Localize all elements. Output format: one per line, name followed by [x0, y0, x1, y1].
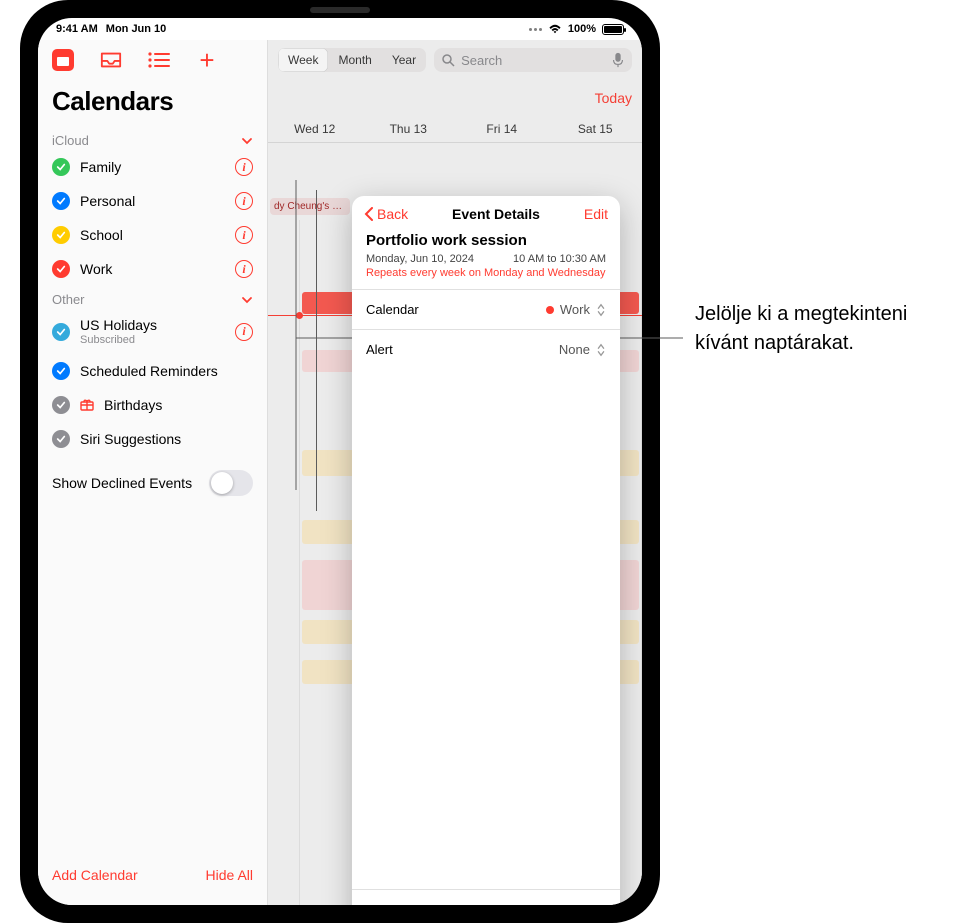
- sidebar-footer: Add Calendar Hide All: [38, 851, 267, 905]
- calendar-label: Work: [80, 261, 225, 277]
- allday-event-chip[interactable]: dy Cheung's Bi…: [270, 198, 350, 215]
- info-button[interactable]: i: [235, 260, 253, 278]
- show-declined-toggle-row: Show Declined Events: [38, 456, 267, 510]
- sidebar: + Calendars iCloud Family i Personal i: [38, 40, 268, 905]
- calendar-label: Personal: [80, 193, 225, 209]
- calendar-item-scheduled-reminders[interactable]: Scheduled Reminders: [38, 354, 267, 388]
- event-title: Portfolio work session: [366, 232, 606, 249]
- calendar-label: Scheduled Reminders: [80, 363, 253, 379]
- row-label: Calendar: [366, 302, 419, 317]
- back-button[interactable]: Back: [364, 206, 408, 222]
- chevron-left-icon: [364, 207, 374, 221]
- edit-button[interactable]: Edit: [584, 206, 608, 222]
- day-headers: Wed 12 Thu 13 Fri 14 Sat 15: [268, 116, 642, 143]
- calendar-item-personal[interactable]: Personal i: [38, 184, 267, 218]
- menu-dots-icon: [529, 28, 542, 31]
- alert-picker-row[interactable]: Alert None: [352, 329, 620, 369]
- calendar-item-siri-suggestions[interactable]: Siri Suggestions: [38, 422, 267, 456]
- info-button[interactable]: i: [235, 226, 253, 244]
- view-segment[interactable]: Week Month Year: [278, 48, 426, 72]
- event-date: Monday, Jun 10, 2024: [366, 253, 474, 265]
- calendar-label: US Holidays Subscribed: [80, 317, 225, 346]
- ipad-frame: 9:41 AM Mon Jun 10 100%: [20, 0, 660, 923]
- status-bar: 9:41 AM Mon Jun 10 100%: [38, 18, 642, 40]
- checkmark-icon: [52, 226, 70, 244]
- wifi-icon: [548, 24, 562, 34]
- color-dot-icon: [546, 306, 554, 314]
- home-indicator: [260, 911, 420, 915]
- calendar-item-school[interactable]: School i: [38, 218, 267, 252]
- day-header[interactable]: Fri 14: [455, 122, 549, 136]
- event-details-popover: Back Event Details Edit Portfolio work s…: [352, 196, 620, 905]
- checkmark-icon: [52, 260, 70, 278]
- checkmark-icon: [52, 192, 70, 210]
- search-icon: [442, 54, 455, 67]
- battery-percent: 100%: [568, 23, 596, 35]
- search-placeholder: Search: [461, 53, 502, 68]
- calendar-label: Family: [80, 159, 225, 175]
- add-calendar-button[interactable]: Add Calendar: [52, 867, 138, 883]
- calendar-label-text: US Holidays: [80, 317, 225, 333]
- calendar-icon[interactable]: [52, 49, 74, 71]
- row-label: Alert: [366, 342, 393, 357]
- calendar-item-family[interactable]: Family i: [38, 150, 267, 184]
- segment-month[interactable]: Month: [328, 48, 381, 72]
- updown-icon: [596, 303, 606, 317]
- day-header[interactable]: Thu 13: [362, 122, 456, 136]
- search-field[interactable]: Search: [434, 48, 632, 72]
- event-time: 10 AM to 10:30 AM: [513, 253, 606, 265]
- sidebar-title: Calendars: [38, 80, 267, 127]
- screen: 9:41 AM Mon Jun 10 100%: [38, 18, 642, 905]
- checkmark-icon: [52, 396, 70, 414]
- add-event-button[interactable]: +: [196, 49, 218, 71]
- sidebar-toolbar: +: [38, 40, 267, 80]
- status-date: Mon Jun 10: [106, 23, 167, 35]
- day-header[interactable]: Wed 12: [268, 122, 362, 136]
- chevron-down-icon: [241, 294, 253, 306]
- status-time: 9:41 AM: [56, 23, 98, 35]
- section-header-icloud[interactable]: iCloud: [38, 127, 267, 150]
- popover-title: Event Details: [452, 206, 540, 222]
- callout-text: Jelölje ki a megtekinteni kívánt naptára…: [695, 300, 940, 358]
- battery-icon: [602, 24, 624, 35]
- show-declined-switch[interactable]: [209, 470, 253, 496]
- section-header-other[interactable]: Other: [38, 286, 267, 309]
- info-button[interactable]: i: [235, 323, 253, 341]
- info-button[interactable]: i: [235, 158, 253, 176]
- section-label: Other: [52, 292, 85, 307]
- checkmark-icon: [52, 323, 70, 341]
- gift-icon: [80, 397, 94, 414]
- calendar-main: Week Month Year Search Today Wed 12 Thu …: [268, 40, 642, 905]
- info-button[interactable]: i: [235, 192, 253, 210]
- checkmark-icon: [52, 430, 70, 448]
- row-value: None: [559, 342, 590, 357]
- list-icon[interactable]: [148, 49, 170, 71]
- day-header[interactable]: Sat 15: [549, 122, 643, 136]
- calendar-picker-row[interactable]: Calendar Work: [352, 289, 620, 329]
- segment-week[interactable]: Week: [278, 48, 328, 72]
- calendar-label: Siri Suggestions: [80, 431, 253, 447]
- inbox-icon[interactable]: [100, 49, 122, 71]
- calendar-label: Birthdays: [104, 397, 253, 413]
- calendar-item-work[interactable]: Work i: [38, 252, 267, 286]
- checkmark-icon: [52, 362, 70, 380]
- section-label: iCloud: [52, 133, 89, 148]
- segment-year[interactable]: Year: [382, 48, 426, 72]
- calendar-sublabel: Subscribed: [80, 334, 225, 346]
- today-button[interactable]: Today: [268, 80, 642, 116]
- delete-event-button[interactable]: Delete Event: [352, 889, 620, 905]
- calendar-item-us-holidays[interactable]: US Holidays Subscribed i: [38, 309, 267, 354]
- checkmark-icon: [52, 158, 70, 176]
- event-repeat: Repeats every week on Monday and Wednesd…: [366, 267, 606, 279]
- mic-icon[interactable]: [612, 52, 624, 68]
- main-topbar: Week Month Year Search: [268, 40, 642, 80]
- calendar-label: School: [80, 227, 225, 243]
- calendar-item-birthdays[interactable]: Birthdays: [38, 388, 267, 422]
- chevron-down-icon: [241, 135, 253, 147]
- row-value: Work: [560, 302, 590, 317]
- toggle-label: Show Declined Events: [52, 475, 192, 491]
- hide-all-button[interactable]: Hide All: [206, 867, 253, 883]
- updown-icon: [596, 343, 606, 357]
